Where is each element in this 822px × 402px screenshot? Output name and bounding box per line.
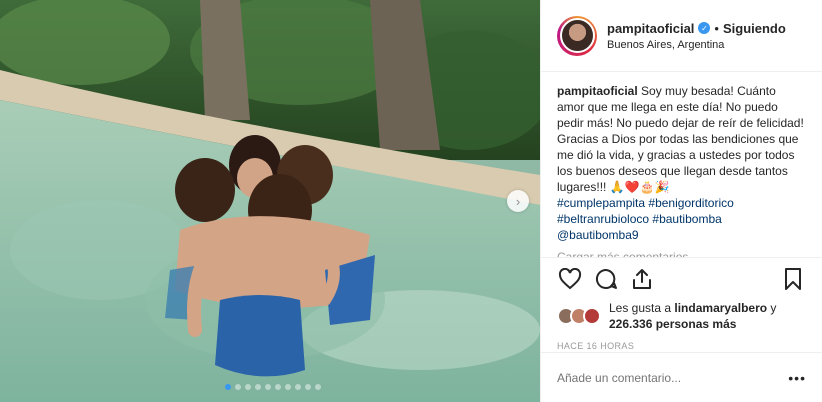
heart-icon[interactable] [557,266,583,292]
liker-avatars[interactable] [557,307,601,325]
likes-prefix: Les gusta a [609,301,675,315]
verified-badge-icon: ✓ [698,22,711,34]
caption: pampitaoficial Soy muy besada! Cuánto am… [541,72,822,257]
hashtag-link-benigorditorico[interactable]: #benigorditorico [648,196,733,210]
hashtag-link-bautibomba[interactable]: #bautibomba [652,212,721,226]
carousel-dot [305,384,311,390]
caption-text: Soy muy besada! Cuánto amor que me llega… [557,84,804,194]
header-text: pampitaoficial ✓ • Siguiendo Buenos Aire… [607,21,786,51]
likes-joiner: y [767,301,777,315]
next-slide-button[interactable]: › [507,190,529,212]
likes-section: Les gusta a lindamaryalbero y 226.336 pe… [541,299,822,333]
carousel-dot [255,384,261,390]
location-link[interactable]: Buenos Aires, Argentina [607,39,786,51]
action-bar [541,257,822,299]
carousel-dot [235,384,241,390]
carousel-dot [315,384,321,390]
likes-text: Les gusta a lindamaryalbero y 226.336 pe… [609,300,776,332]
carousel-dot [225,384,231,390]
bookmark-icon[interactable] [780,266,806,292]
share-icon[interactable] [629,266,655,292]
chevron-right-icon: › [515,193,521,209]
comment-icon[interactable] [593,266,619,292]
story-ring[interactable] [557,15,597,56]
pool-photo-image [0,0,540,402]
likes-count-link[interactable]: 226.336 personas más [609,317,736,331]
following-button[interactable]: Siguiendo [723,21,786,36]
header-top-row: pampitaoficial ✓ • Siguiendo [607,21,786,36]
comment-form: ••• [541,352,822,402]
carousel-dot [265,384,271,390]
separator-dot: • [714,20,719,36]
post-photo[interactable]: › [0,0,540,402]
liker-username-link[interactable]: lindamaryalbero [674,301,767,315]
carousel-dot [245,384,251,390]
carousel-dot [285,384,291,390]
carousel-dot [295,384,301,390]
instagram-post: › pampitaoficial ✓ • Siguiendo Buenos Ai… [0,0,822,402]
caption-username-link[interactable]: pampitaoficial [557,84,638,98]
post-side-panel: pampitaoficial ✓ • Siguiendo Buenos Aire… [540,0,822,402]
avatar [583,307,601,325]
mention-link[interactable]: @bautibomba9 [557,228,639,242]
more-options-icon[interactable]: ••• [788,370,806,386]
comment-input[interactable] [557,370,757,385]
carousel-dot [275,384,281,390]
load-more-comments-button[interactable]: Cargar más comentarios [557,249,806,257]
username-link[interactable]: pampitaoficial [607,21,694,36]
hashtag-link-beltranrubioloco[interactable]: #beltranrubioloco [557,212,649,226]
avatar[interactable] [559,18,595,53]
post-header: pampitaoficial ✓ • Siguiendo Buenos Aire… [541,0,822,72]
carousel-indicator [225,384,321,390]
hashtag-link-cumplepampita[interactable]: #cumplepampita [557,196,645,210]
